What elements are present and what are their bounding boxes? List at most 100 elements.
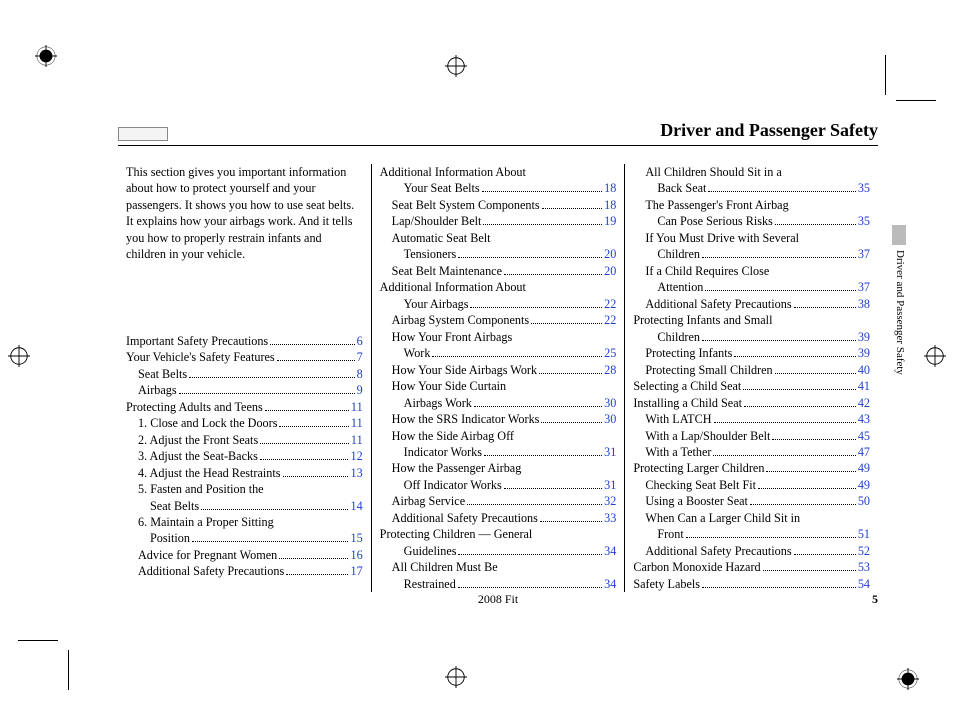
toc-entry: With LATCH43	[633, 411, 870, 427]
toc-label: Additional Information About	[380, 164, 526, 180]
toc-label: Back Seat	[657, 180, 706, 196]
toc-page-link[interactable]: 37	[858, 246, 870, 262]
toc-page-link[interactable]: 54	[858, 576, 870, 592]
toc-entry: Can Pose Serious Risks35	[633, 213, 870, 229]
toc-column-1: This section gives you important informa…	[118, 164, 371, 592]
toc-page-link[interactable]: 11	[351, 415, 363, 431]
toc-page-link[interactable]: 38	[858, 296, 870, 312]
registration-mark-icon	[924, 345, 946, 367]
toc-label: Carbon Monoxide Hazard	[633, 559, 760, 575]
toc-entry: Attention37	[633, 279, 870, 295]
toc-entry: Selecting a Child Seat41	[633, 378, 870, 394]
toc-label: How the Side Airbag Off	[392, 428, 514, 444]
toc-label: When Can a Larger Child Sit in	[645, 510, 800, 526]
toc-label: 6. Maintain a Proper Sitting	[138, 514, 274, 530]
toc-page-link[interactable]: 20	[604, 246, 616, 262]
toc-label: Children	[657, 329, 700, 345]
toc-label: Protecting Small Children	[645, 362, 772, 378]
toc-label: Seat Belt Maintenance	[392, 263, 502, 279]
toc-entry: Seat Belts14	[126, 498, 363, 514]
page-title: Driver and Passenger Safety	[660, 120, 878, 141]
toc-entry: Additional Information About	[380, 164, 617, 180]
toc-entry: Your Airbags22	[380, 296, 617, 312]
toc-entry: Seat Belts 8	[126, 366, 363, 382]
registration-mark-icon	[8, 345, 30, 367]
toc-page-link[interactable]: 30	[604, 395, 616, 411]
toc-label: Additional Information About	[380, 279, 526, 295]
toc-page-link[interactable]: 35	[858, 180, 870, 196]
toc-page-link[interactable]: 42	[858, 395, 870, 411]
toc-page-link[interactable]: 33	[604, 510, 616, 526]
toc-page-link[interactable]: 47	[858, 444, 870, 460]
toc-page-link[interactable]: 9	[357, 382, 363, 398]
toc-page-link[interactable]: 11	[351, 399, 363, 415]
toc-page-link[interactable]: 6	[357, 333, 363, 349]
toc-page-link[interactable]: 37	[858, 279, 870, 295]
toc-page-link[interactable]: 22	[604, 296, 616, 312]
toc-page-link[interactable]: 19	[604, 213, 616, 229]
toc-page-link[interactable]: 13	[350, 465, 362, 481]
toc-entry: Lap/Shoulder Belt19	[380, 213, 617, 229]
toc-page-link[interactable]: 51	[858, 526, 870, 542]
toc-entry: Using a Booster Seat50	[633, 493, 870, 509]
toc-entry: How the SRS Indicator Works30	[380, 411, 617, 427]
toc-page-link[interactable]: 39	[858, 329, 870, 345]
toc-page-link[interactable]: 32	[604, 493, 616, 509]
page-content: Driver and Passenger Safety This section…	[118, 120, 878, 592]
toc-label: Seat Belts	[138, 366, 187, 382]
toc-page-link[interactable]: 12	[350, 448, 362, 464]
toc-page-link[interactable]: 15	[350, 530, 362, 546]
toc-page-link[interactable]: 49	[858, 477, 870, 493]
toc-page-link[interactable]: 41	[858, 378, 870, 394]
toc-page-link[interactable]: 17	[350, 563, 362, 579]
toc-page-link[interactable]: 8	[357, 366, 363, 382]
toc-label: The Passenger's Front Airbag	[645, 197, 788, 213]
toc-page-link[interactable]: 11	[351, 432, 363, 448]
toc-entry: How the Passenger Airbag	[380, 460, 617, 476]
toc-entry: Protecting Adults and Teens11	[126, 399, 363, 415]
toc-page-link[interactable]: 7	[357, 349, 363, 365]
header-placeholder-box	[118, 127, 168, 141]
toc-entry: 1. Close and Lock the Doors11	[126, 415, 363, 431]
toc-page-link[interactable]: 49	[858, 460, 870, 476]
toc-page-link[interactable]: 40	[858, 362, 870, 378]
toc-page-link[interactable]: 28	[604, 362, 616, 378]
toc-label: Important Safety Precautions	[126, 333, 268, 349]
toc-label: Safety Labels	[633, 576, 700, 592]
toc-page-link[interactable]: 25	[604, 345, 616, 361]
toc-label: With a Lap/Shoulder Belt	[645, 428, 770, 444]
toc-label: Automatic Seat Belt	[392, 230, 491, 246]
toc-entry: 3. Adjust the Seat-Backs12	[126, 448, 363, 464]
footer-page-number: 5	[872, 592, 878, 607]
toc-label: Airbag System Components	[392, 312, 529, 328]
toc-page-link[interactable]: 20	[604, 263, 616, 279]
toc-page-link[interactable]: 30	[604, 411, 616, 427]
toc-page-link[interactable]: 18	[604, 197, 616, 213]
toc-page-link[interactable]: 43	[858, 411, 870, 427]
toc-page-link[interactable]: 53	[858, 559, 870, 575]
toc-page-link[interactable]: 22	[604, 312, 616, 328]
toc-entry: Carbon Monoxide Hazard 53	[633, 559, 870, 575]
toc-entry: Protecting Small Children 40	[633, 362, 870, 378]
toc-page-link[interactable]: 34	[604, 576, 616, 592]
toc-page-link[interactable]: 14	[350, 498, 362, 514]
toc-page-link[interactable]: 34	[604, 543, 616, 559]
toc-page-link[interactable]: 31	[604, 444, 616, 460]
toc-entry: How Your Side Curtain	[380, 378, 617, 394]
toc-entry: Advice for Pregnant Women16	[126, 547, 363, 563]
toc-page-link[interactable]: 31	[604, 477, 616, 493]
toc-entry: Airbag System Components 22	[380, 312, 617, 328]
toc-label: Protecting Larger Children	[633, 460, 764, 476]
toc-entry: Children 39	[633, 329, 870, 345]
toc-page-link[interactable]: 50	[858, 493, 870, 509]
toc-page-link[interactable]: 35	[858, 213, 870, 229]
toc-page-link[interactable]: 45	[858, 428, 870, 444]
toc-page-link[interactable]: 16	[350, 547, 362, 563]
toc-page-link[interactable]: 52	[858, 543, 870, 559]
toc-page-link[interactable]: 18	[604, 180, 616, 196]
toc-page-link[interactable]: 39	[858, 345, 870, 361]
toc-column-3: All Children Should Sit in aBack Seat35T…	[624, 164, 878, 592]
toc-entry: Airbags Work30	[380, 395, 617, 411]
side-tab	[892, 225, 906, 245]
toc-column-2: Additional Information AboutYour Seat Be…	[371, 164, 625, 592]
